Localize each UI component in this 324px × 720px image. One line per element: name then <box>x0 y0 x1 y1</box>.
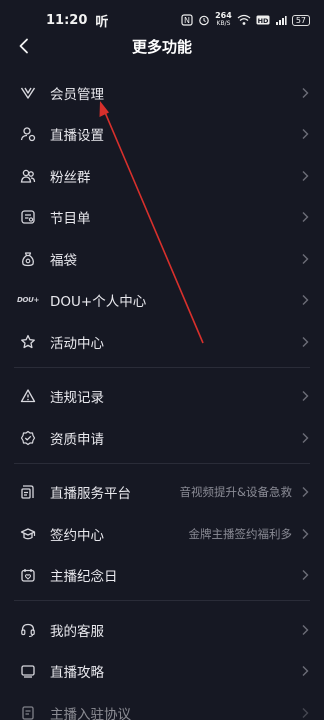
menu-item-label: 资质申请 <box>50 431 104 448</box>
net-speed: 264 KB/S <box>215 11 232 28</box>
agreement-icon <box>18 703 38 720</box>
menu-item-streamer-anniversary[interactable]: 主播纪念日 <box>0 555 324 597</box>
menu-item-activity-center[interactable]: 活动中心 <box>0 321 324 363</box>
chevron-right-icon <box>298 293 312 307</box>
signal-icon <box>275 16 287 25</box>
dou-plus-icon: DOU+ <box>16 296 40 305</box>
chevron-right-icon <box>298 527 312 541</box>
status-carrier-glyph: 听 <box>95 14 109 30</box>
menu-list: 会员管理 直播设置 粉丝群 节目单 福袋 DOU+ DOU+个人中心 活动中心 … <box>0 72 324 720</box>
lucky-bag-icon <box>18 249 38 269</box>
menu-item-fan-group[interactable]: 粉丝群 <box>0 155 324 197</box>
section-divider <box>14 462 310 464</box>
svg-text:HD: HD <box>257 17 268 25</box>
chevron-right-icon <box>298 431 312 445</box>
menu-item-label: 我的客服 <box>50 623 104 640</box>
svg-text:N: N <box>184 16 190 25</box>
battery-indicator: 57 <box>291 14 310 26</box>
wifi-icon <box>237 14 251 25</box>
chevron-right-icon <box>298 389 312 403</box>
menu-item-my-customer-service[interactable]: 我的客服 <box>0 609 324 651</box>
menu-item-label: 违规记录 <box>50 390 104 407</box>
fan-group-icon <box>18 166 38 186</box>
badge-check-icon <box>18 428 38 448</box>
chevron-right-icon <box>298 127 312 141</box>
menu-item-label: 签约中心 <box>50 527 104 544</box>
menu-item-label: DOU+个人中心 <box>50 294 147 311</box>
menu-item-live-guide[interactable]: 直播攻略 <box>0 651 324 693</box>
menu-item-violation-records[interactable]: 违规记录 <box>0 376 324 418</box>
anniversary-calendar-icon <box>18 565 38 585</box>
chevron-right-icon <box>298 86 312 100</box>
hd-icon: HD <box>256 15 270 25</box>
menu-item-label: 福袋 <box>50 252 77 269</box>
chevron-right-icon <box>298 485 312 499</box>
alarm-icon <box>199 15 209 26</box>
warning-icon <box>18 386 38 406</box>
menu-group-help: 我的客服 直播攻略 主播入驻协议 <box>0 609 324 720</box>
menu-item-label: 主播入驻协议 <box>50 706 131 720</box>
page-title: 更多功能 <box>131 37 192 56</box>
service-platform-icon <box>18 482 38 502</box>
menu-item-live-settings[interactable]: 直播设置 <box>0 114 324 156</box>
nfc-icon: N <box>181 14 193 26</box>
status-right: N 264 KB/S HD 57 <box>181 12 310 28</box>
guide-tv-icon <box>18 661 38 681</box>
menu-item-subtitle: 金牌主播签约福利多 <box>188 526 293 541</box>
menu-group-services: 直播服务平台 音视频提升&设备急救 签约中心 金牌主播签约福利多 主播纪念日 <box>0 472 324 597</box>
program-list-icon <box>18 207 38 227</box>
menu-item-label: 节目单 <box>50 211 91 228</box>
chevron-right-icon <box>298 706 312 720</box>
menu-item-live-service-platform[interactable]: 直播服务平台 音视频提升&设备急救 <box>0 472 324 514</box>
status-left: 11:20 听 <box>46 11 108 30</box>
back-button[interactable] <box>12 34 36 58</box>
nav-bar: 更多功能 <box>0 34 324 58</box>
menu-item-dou-plus[interactable]: DOU+ DOU+个人中心 <box>0 280 324 322</box>
chevron-right-icon <box>298 252 312 266</box>
chevron-right-icon <box>298 568 312 582</box>
graduation-cap-icon <box>18 524 38 544</box>
chevron-right-icon <box>298 623 312 637</box>
chevron-right-icon <box>298 169 312 183</box>
menu-item-label: 会员管理 <box>50 86 104 103</box>
menu-item-streamer-agreement[interactable]: 主播入驻协议 <box>0 692 324 720</box>
star-icon <box>18 332 38 352</box>
vip-v-icon <box>18 83 38 103</box>
section-divider <box>14 366 310 368</box>
menu-item-signing-center[interactable]: 签约中心 金牌主播签约福利多 <box>0 513 324 555</box>
menu-item-program-list[interactable]: 节目单 <box>0 197 324 239</box>
menu-group-compliance: 违规记录 资质申请 <box>0 376 324 459</box>
chevron-right-icon <box>298 335 312 349</box>
live-settings-icon <box>18 124 38 144</box>
chevron-right-icon <box>298 210 312 224</box>
menu-item-qualification-application[interactable]: 资质申请 <box>0 417 324 459</box>
menu-item-label: 直播服务平台 <box>50 486 131 503</box>
section-divider <box>14 600 310 601</box>
menu-item-label: 直播攻略 <box>50 665 104 682</box>
menu-group-main: 会员管理 直播设置 粉丝群 节目单 福袋 DOU+ DOU+个人中心 活动中心 <box>0 72 324 363</box>
menu-item-label: 活动中心 <box>50 335 104 352</box>
menu-item-label: 主播纪念日 <box>50 569 118 586</box>
menu-item-label: 直播设置 <box>50 128 104 145</box>
menu-item-lucky-bag[interactable]: 福袋 <box>0 238 324 280</box>
headset-icon <box>18 620 38 640</box>
status-time: 11:20 <box>46 12 88 28</box>
menu-item-subtitle: 音视频提升&设备急救 <box>179 485 292 500</box>
menu-item-vip-management[interactable]: 会员管理 <box>0 72 324 114</box>
chevron-right-icon <box>298 664 312 678</box>
back-arrow-icon <box>19 38 28 54</box>
menu-item-label: 粉丝群 <box>50 169 91 186</box>
